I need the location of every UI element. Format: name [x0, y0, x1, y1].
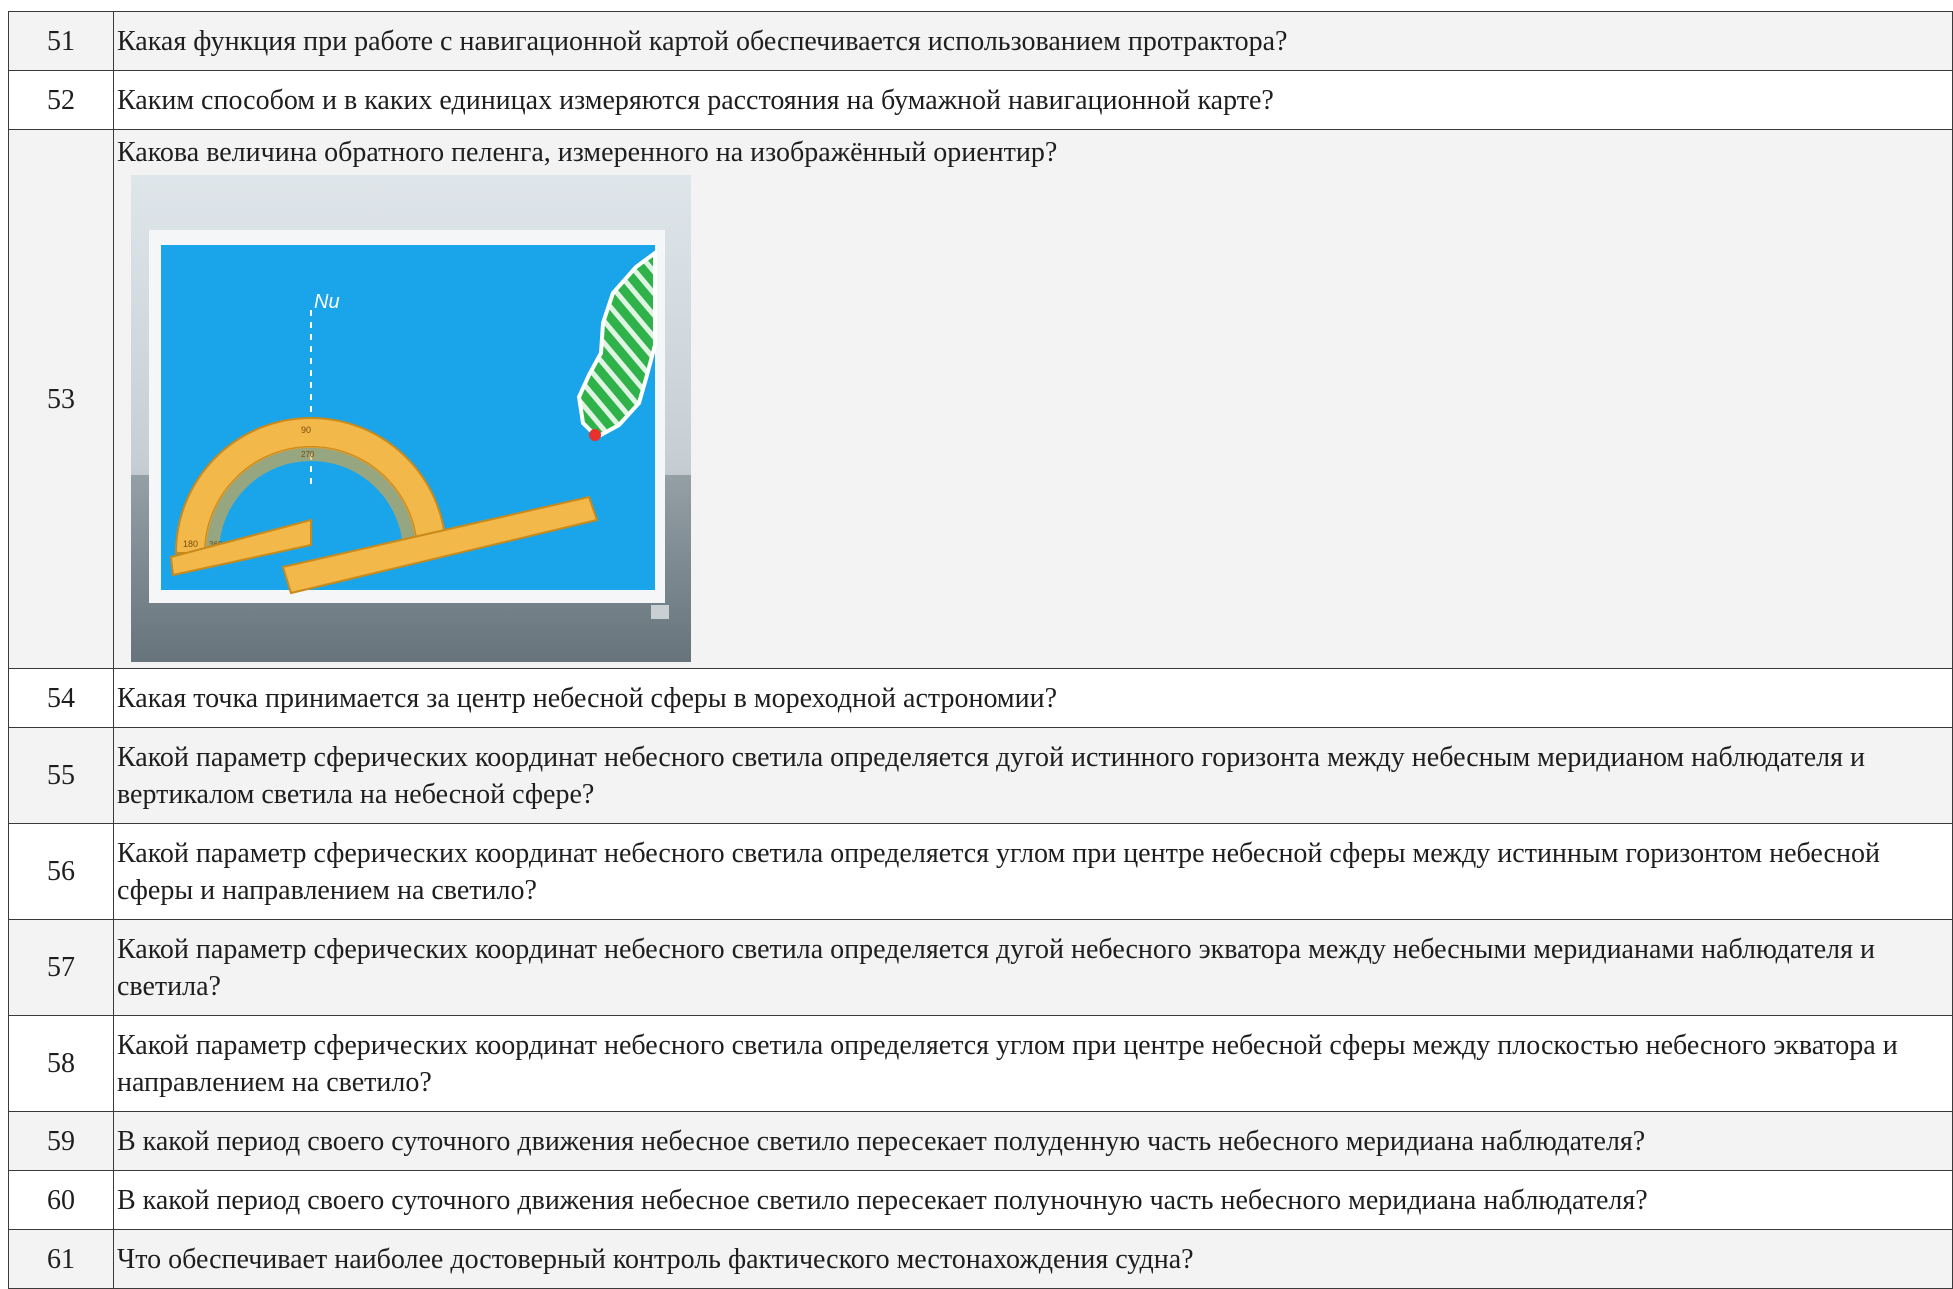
- question-number: 51: [8, 11, 114, 71]
- question-number: 61: [8, 1229, 114, 1289]
- question-row: 57 Какой параметр сферических координат …: [8, 919, 1953, 1016]
- question-text: Какой параметр сферических координат неб…: [113, 919, 1953, 1016]
- question-number: 52: [8, 70, 114, 130]
- question-text: В какой период своего суточного движения…: [113, 1111, 1953, 1171]
- question-text: Какова величина обратного пеленга, измер…: [117, 137, 1058, 168]
- question-number: 58: [8, 1015, 114, 1112]
- question-number: 53: [8, 129, 114, 669]
- question-row: 58 Какой параметр сферических координат …: [8, 1015, 1953, 1112]
- question-row: 60 В какой период своего суточного движе…: [8, 1170, 1953, 1230]
- protractor-bearing-figure: Nи 180 90 0 360 270 180: [131, 175, 691, 662]
- question-number: 60: [8, 1170, 114, 1230]
- question-text: Что обеспечивает наиболее достоверный ко…: [113, 1229, 1953, 1289]
- question-row: 59 В какой период своего суточного движе…: [8, 1111, 1953, 1171]
- question-number: 55: [8, 727, 114, 824]
- boat-silhouette: [651, 605, 669, 619]
- question-number: 57: [8, 919, 114, 1016]
- question-row: 56 Какой параметр сферических координат …: [8, 823, 1953, 920]
- question-row: 61 Что обеспечивает наиболее достоверный…: [8, 1229, 1953, 1289]
- north-label: Nи: [314, 291, 340, 313]
- question-text: Какая точка принимается за центр небесно…: [113, 668, 1953, 728]
- question-text: Какой параметр сферических координат неб…: [113, 823, 1953, 920]
- question-cell: Какова величина обратного пеленга, измер…: [113, 129, 1953, 669]
- question-row: 54 Какая точка принимается за центр небе…: [8, 668, 1953, 728]
- question-number: 54: [8, 668, 114, 728]
- question-number: 59: [8, 1111, 114, 1171]
- question-row: 55 Какой параметр сферических координат …: [8, 727, 1953, 824]
- scale-outer-label: 90: [301, 425, 311, 435]
- question-text: В какой период своего суточного движения…: [113, 1170, 1953, 1230]
- question-number: 56: [8, 823, 114, 920]
- question-text: Какой параметр сферических координат неб…: [113, 727, 1953, 824]
- question-row: 51 Какая функция при работе с навигацион…: [8, 11, 1953, 71]
- question-row: 52 Каким способом и в каких единицах изм…: [8, 70, 1953, 130]
- question-table: 51 Какая функция при работе с навигацион…: [8, 11, 1953, 1289]
- scale-inner-label: 270: [301, 450, 315, 459]
- question-text: Какой параметр сферических координат неб…: [113, 1015, 1953, 1112]
- question-row-with-figure: 53 Какова величина обратного пеленга, из…: [8, 129, 1953, 669]
- question-text: Какая функция при работе с навигационной…: [113, 11, 1953, 71]
- question-text: Каким способом и в каких единицах измеря…: [113, 70, 1953, 130]
- scale-outer-label: 180: [183, 539, 198, 549]
- landmark-marker: [589, 429, 601, 441]
